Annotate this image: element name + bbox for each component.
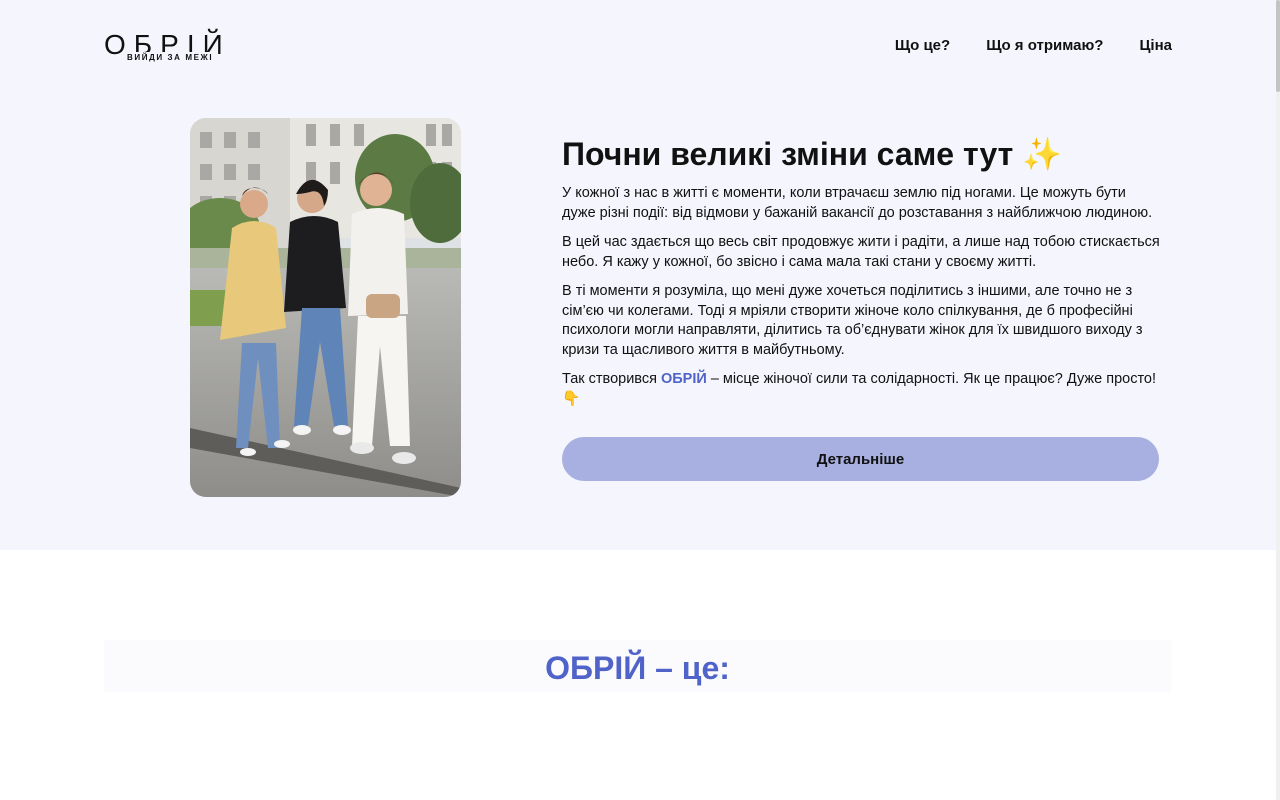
hero-paragraph-1: У кожної з нас в житті є моменти, коли в… xyxy=(562,185,1153,221)
hero-paragraph-2: В цей час здається що весь світ продовжу… xyxy=(562,234,1160,270)
hero-paragraph-4-end: – місце жіночої сили та солідарності. Як… xyxy=(706,371,1157,387)
hero-title: Почни великі зміни саме тут ✨ xyxy=(562,134,1162,174)
hero-paragraph-4-start: Так створився xyxy=(562,371,661,387)
brand-highlight: ОБРІЙ xyxy=(660,371,707,387)
nav-item-what-is-it[interactable]: Що це? xyxy=(895,36,950,56)
group-photo-icon xyxy=(190,118,461,497)
scrollbar-thumb[interactable] xyxy=(1276,0,1280,92)
nav-item-price[interactable]: Ціна xyxy=(1139,36,1172,56)
section-title: ОБРІЙ – це: xyxy=(545,650,730,686)
pointing-down-icon: 👇 xyxy=(562,390,581,407)
main-nav: Що це? Що я отримаю? Ціна xyxy=(895,36,1172,56)
scrollbar[interactable] xyxy=(1276,0,1280,800)
logo[interactable]: ОБРІЙ ВИЙДИ ЗА МЕЖІ xyxy=(104,28,244,68)
hero-content: Почни великі зміни саме тут ✨ У кожної з… xyxy=(562,134,1162,419)
details-button[interactable]: Детальніше xyxy=(562,437,1159,481)
hero-paragraph-3: В ті моменти я розуміла, що мені дуже хо… xyxy=(562,283,1143,358)
sparkles-icon: ✨ xyxy=(1022,136,1063,172)
hero-title-text: Почни великі зміни саме тут xyxy=(562,136,1014,172)
nav-item-what-i-get[interactable]: Що я отримаю? xyxy=(986,36,1103,56)
hero-photo xyxy=(190,118,461,497)
logo-tagline: ВИЙДИ ЗА МЕЖІ xyxy=(125,52,216,64)
hero-paragraph-4: Так створився ОБРІЙ – місце жіночої сили… xyxy=(562,370,1162,409)
